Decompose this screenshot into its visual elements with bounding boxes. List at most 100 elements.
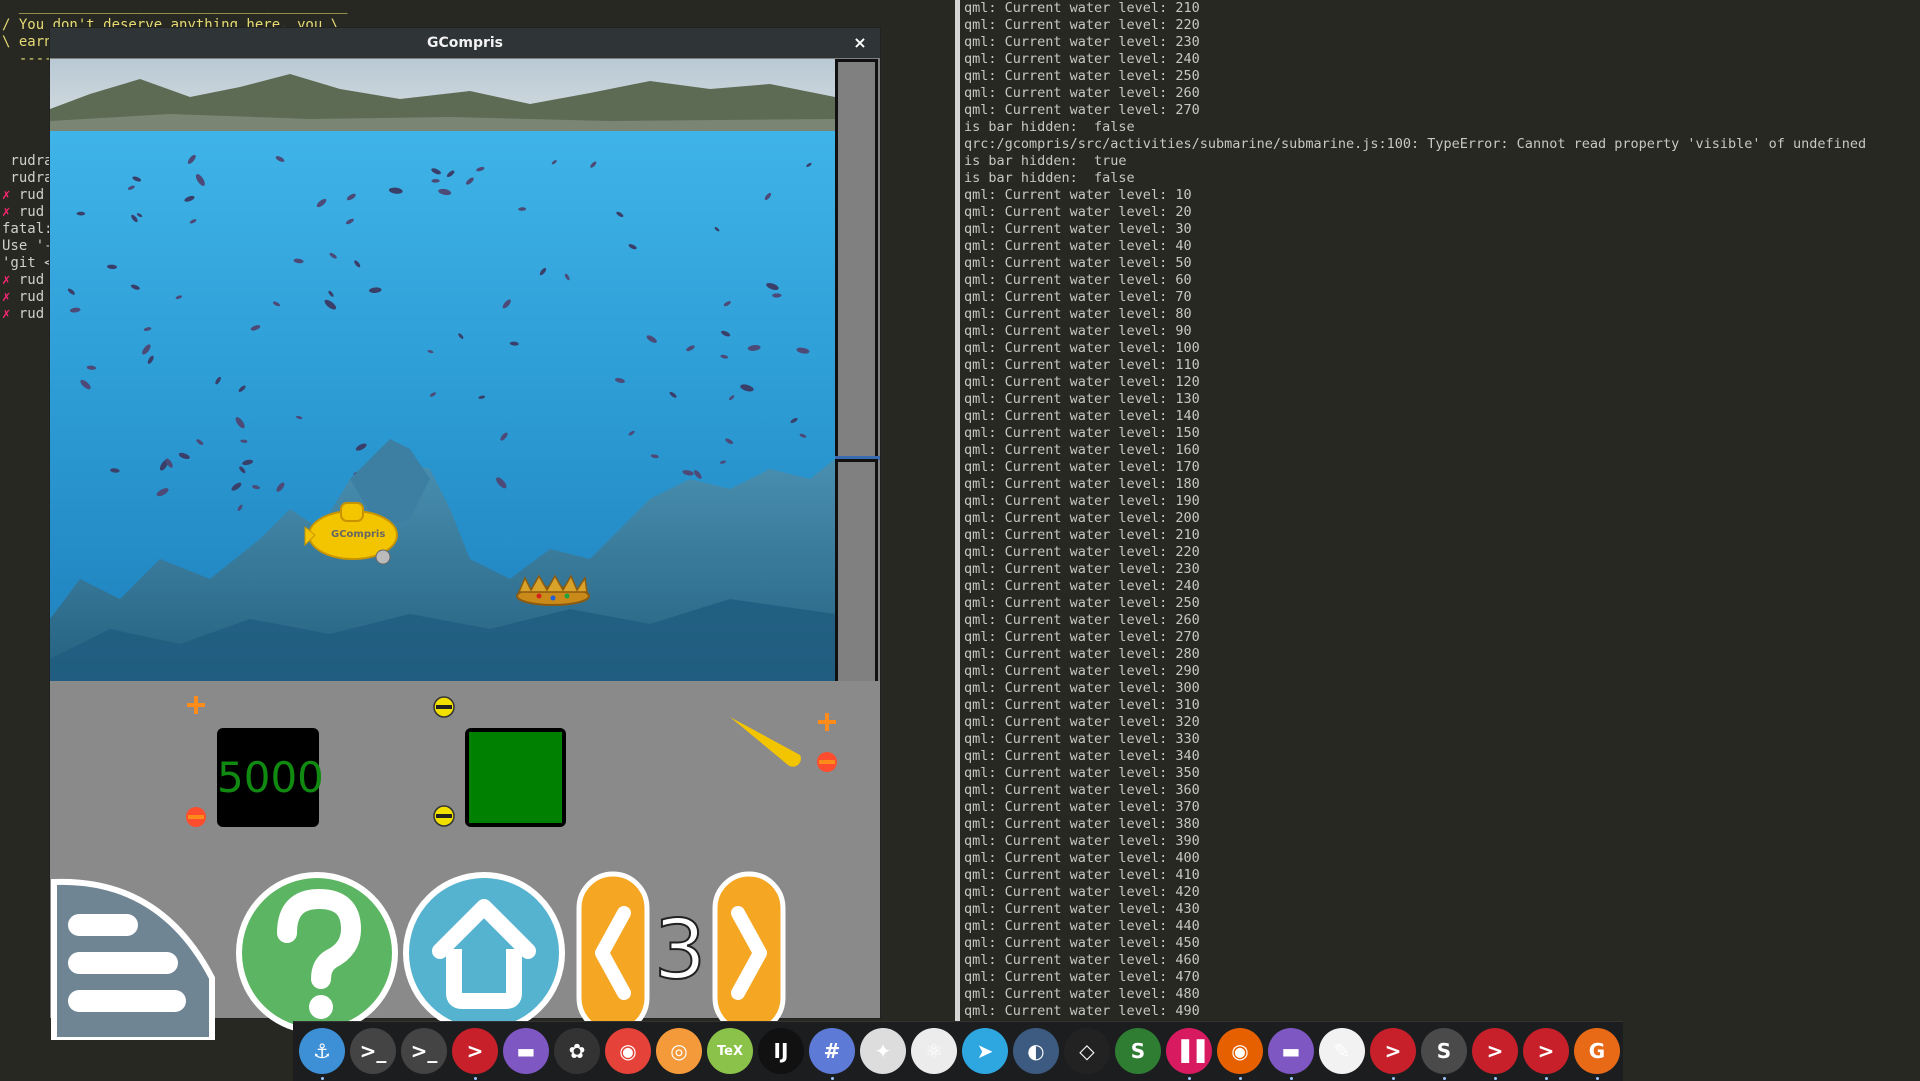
log-line: qml: Current water level: 240 xyxy=(964,51,1200,67)
log-line: qml: Current water level: 130 xyxy=(964,391,1200,407)
level-number: 3 xyxy=(653,902,707,999)
log-line: qml: Current water level: 70 xyxy=(964,289,1192,305)
ballast-fill-button[interactable] xyxy=(433,696,455,718)
intellij-icon[interactable]: IJ xyxy=(758,1028,804,1074)
settings-icon[interactable]: ✿ xyxy=(554,1028,600,1074)
log-line: qml: Current water level: 460 xyxy=(964,952,1200,968)
right-terminal[interactable]: qml: Current water level: 210 qml: Curren… xyxy=(960,0,1920,1022)
terminal-line-text: fatal: xyxy=(2,221,53,237)
log-line: qml: Current water level: 180 xyxy=(964,476,1200,492)
minus-icon xyxy=(186,807,206,827)
log-line: qml: Current water level: 80 xyxy=(964,306,1192,322)
log-line: qml: Current water level: 270 xyxy=(964,102,1200,118)
log-line: qml: Current water level: 310 xyxy=(964,697,1200,713)
log-line: qml: Current water level: 360 xyxy=(964,782,1200,798)
dock-glyph: ▐▐ xyxy=(1173,1039,1205,1063)
firefox-icon[interactable]: ◉ xyxy=(1217,1028,1263,1074)
terminal-line: Use '- xyxy=(2,238,53,254)
home-button[interactable] xyxy=(402,871,566,1035)
terminal-red-icon[interactable]: > xyxy=(1523,1028,1569,1074)
telegram-icon[interactable]: ➤ xyxy=(962,1028,1008,1074)
gcompris-window[interactable]: GCompris × GCompris 5000 3 xyxy=(49,27,881,1040)
blender-icon[interactable]: ◐ xyxy=(1013,1028,1059,1074)
log-line: qml: Current water level: 230 xyxy=(964,34,1200,50)
log-line: qml: Current water level: 120 xyxy=(964,374,1200,390)
log-line: qml: Current water level: 110 xyxy=(964,357,1200,373)
terminal-line: rudra xyxy=(2,170,52,186)
terminal-line-text: rud xyxy=(10,289,45,305)
audio-icon[interactable]: ▐▐ xyxy=(1166,1028,1212,1074)
rudder-up-button[interactable] xyxy=(816,711,838,733)
terminal-red-icon[interactable]: > xyxy=(1370,1028,1416,1074)
close-button[interactable]: × xyxy=(850,28,870,58)
terminal-icon[interactable]: >_ xyxy=(401,1028,447,1074)
satellite-icon[interactable]: ✦ xyxy=(860,1028,906,1074)
terminal-red-icon[interactable]: > xyxy=(1472,1028,1518,1074)
dock-glyph: ◉ xyxy=(1231,1039,1249,1063)
dock-glyph: ➤ xyxy=(976,1039,994,1063)
log-line: qml: Current water level: 470 xyxy=(964,969,1200,985)
dock-glyph: ▬ xyxy=(1281,1039,1301,1063)
anchor-icon[interactable]: ⚓ xyxy=(299,1028,345,1074)
folder-icon[interactable]: ▬ xyxy=(1268,1028,1314,1074)
sea-background: GCompris xyxy=(50,59,835,681)
terminal-red-icon[interactable]: > xyxy=(452,1028,498,1074)
dock-glyph: S xyxy=(1130,1039,1146,1063)
hashtag-icon[interactable]: # xyxy=(809,1028,855,1074)
files-icon[interactable]: ▬ xyxy=(503,1028,549,1074)
engine-decrease-button[interactable] xyxy=(185,806,207,828)
dock-glyph: >_ xyxy=(359,1039,387,1063)
next-level-button[interactable] xyxy=(712,871,786,1035)
previous-level-button[interactable] xyxy=(576,871,650,1035)
window-title: GCompris xyxy=(426,35,504,51)
log-line: qml: Current water level: 380 xyxy=(964,816,1200,832)
gcompris-icon[interactable]: G xyxy=(1574,1028,1620,1074)
dock-glyph: ▬ xyxy=(516,1039,536,1063)
rudder-down-button[interactable] xyxy=(816,751,838,773)
help-button[interactable] xyxy=(235,871,399,1035)
unity-icon[interactable]: ◇ xyxy=(1064,1028,1110,1074)
terminal-line-text: rud xyxy=(10,187,45,203)
terminal-line-text: rud xyxy=(10,204,45,220)
dock-glyph: IJ xyxy=(773,1039,789,1063)
tex-icon[interactable]: TeX xyxy=(707,1028,753,1074)
dock-glyph: ✎ xyxy=(1333,1039,1351,1063)
dock-glyph: ⚓ xyxy=(313,1039,331,1063)
log-line: qrc:/gcompris/src/activities/submarine/s… xyxy=(964,136,1867,152)
engine-speed-display: 5000 xyxy=(217,728,324,827)
control-panel: 5000 3 xyxy=(50,681,880,1040)
editor-icon[interactable]: ✎ xyxy=(1319,1028,1365,1074)
menu-button[interactable] xyxy=(50,878,216,1040)
dock-glyph: > xyxy=(1384,1039,1402,1063)
log-line: qml: Current water level: 50 xyxy=(964,255,1192,271)
log-line: qml: Current water level: 480 xyxy=(964,986,1200,1002)
terminal-line-text: 'git < xyxy=(2,255,53,271)
dock-glyph: S xyxy=(1436,1039,1452,1063)
log-line: qml: Current water level: 410 xyxy=(964,867,1200,883)
log-line: qml: Current water level: 140 xyxy=(964,408,1200,424)
log-line: qml: Current water level: 210 xyxy=(964,0,1200,16)
log-line: qml: Current water level: 430 xyxy=(964,901,1200,917)
log-line: qml: Current water level: 260 xyxy=(964,612,1200,628)
slides-icon[interactable]: S xyxy=(1115,1028,1161,1074)
screenshot-icon[interactable]: ◎ xyxy=(656,1028,702,1074)
dock-glyph: > xyxy=(1486,1039,1504,1063)
minus-icon xyxy=(817,752,837,772)
ballast-empty-button[interactable] xyxy=(433,805,455,827)
dock-glyph: ◉ xyxy=(619,1039,637,1063)
terminal-icon[interactable]: >_ xyxy=(350,1028,396,1074)
log-line: qml: Current water level: 230 xyxy=(964,561,1200,577)
dock-glyph: G xyxy=(1588,1039,1606,1063)
log-line: qml: Current water level: 200 xyxy=(964,510,1200,526)
chrome-icon[interactable]: ◉ xyxy=(605,1028,651,1074)
log-line: qml: Current water level: 270 xyxy=(964,629,1200,645)
log-line: is bar hidden: false xyxy=(964,170,1135,186)
engine-increase-button[interactable] xyxy=(185,694,207,716)
log-line: qml: Current water level: 150 xyxy=(964,425,1200,441)
log-line: qml: Current water level: 240 xyxy=(964,578,1200,594)
dock-glyph: ✦ xyxy=(874,1039,892,1063)
atom-icon[interactable]: ⚛ xyxy=(911,1028,957,1074)
sublime-icon[interactable]: S xyxy=(1421,1028,1467,1074)
valve-icon xyxy=(433,696,455,718)
window-titlebar[interactable]: GCompris × xyxy=(50,28,880,58)
